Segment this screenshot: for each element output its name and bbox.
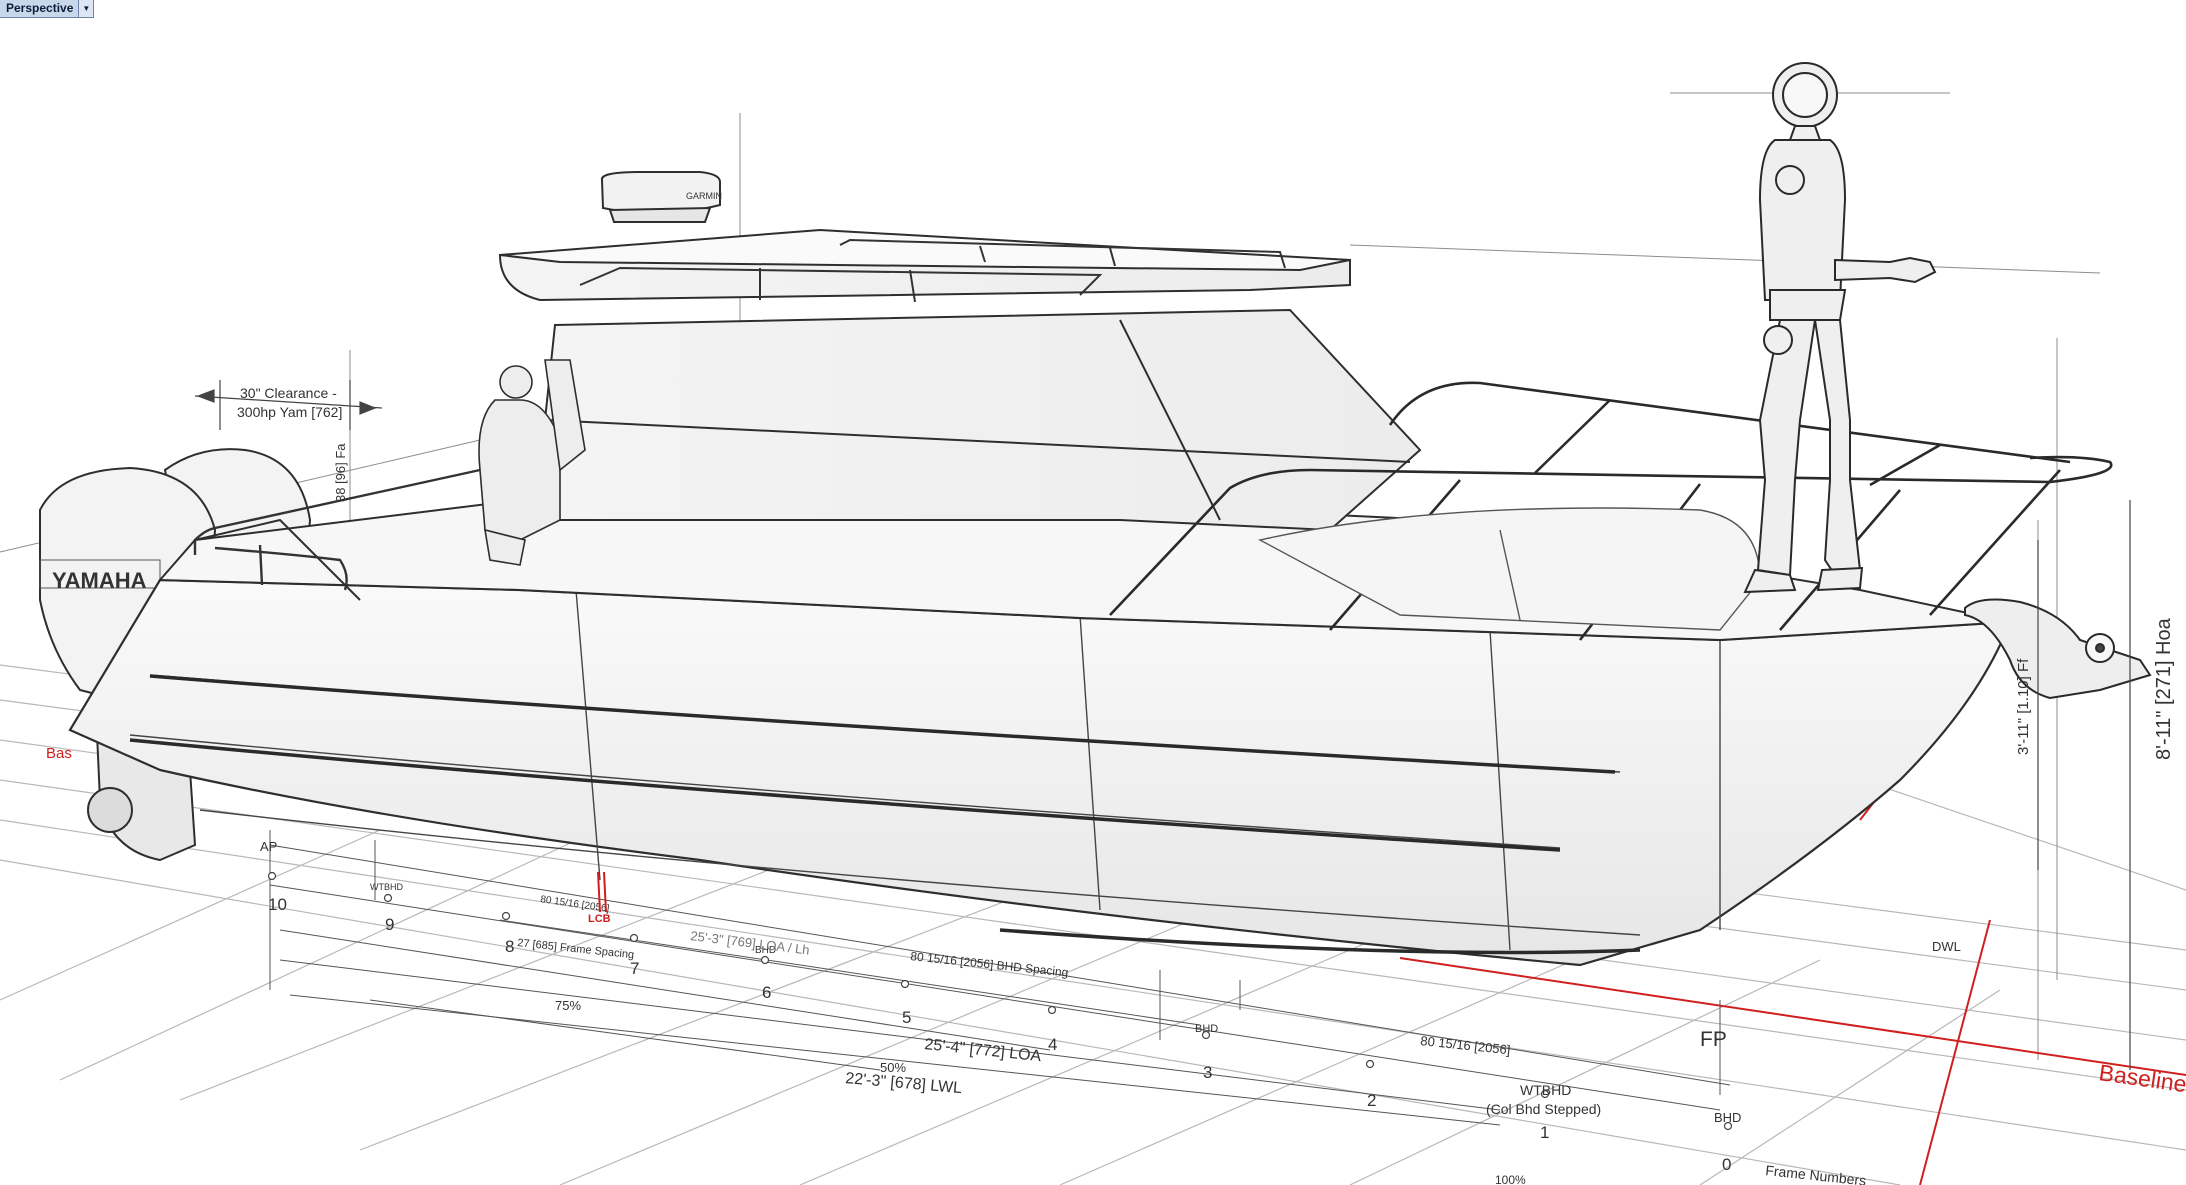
dwl-label: DWL: [1932, 939, 1961, 954]
cad-model-drawing: YAMAHA GARMIN 10 9 8 7 6 5 4 3 2 1 0 30"…: [0, 62, 2186, 1185]
wtbhd-aft-label: WTBHD: [370, 882, 403, 892]
bhd-spacing-label: 80 15/16 [2056] BHD Spacing: [910, 949, 1069, 980]
frame-number: 2: [1367, 1091, 1376, 1110]
frame-number: 10: [268, 895, 287, 914]
frame-number: 0: [1722, 1155, 1731, 1174]
frame-number: 7: [630, 959, 639, 978]
baseline-label: Baseline: [2097, 1059, 2186, 1097]
chevron-down-icon[interactable]: ▼: [78, 0, 94, 17]
clearance-label-line2: 300hp Yam [762]: [237, 404, 342, 420]
frame-number: 3: [1203, 1063, 1212, 1082]
frame-number: 6: [762, 983, 771, 1002]
frame-number: 1: [1540, 1123, 1549, 1142]
pct50-label: 50%: [880, 1060, 906, 1075]
bhd-mid2-label: BHD: [1195, 1023, 1218, 1035]
spacing-fwd-label: 80 15/16 [2056]: [1420, 1033, 1511, 1057]
cabin: [498, 228, 1422, 532]
pct100-label: 100%: [1495, 1173, 1526, 1185]
hoa-dimension-label: 8'-11" [271] Hoa: [2153, 617, 2175, 760]
frame-number: 8: [505, 937, 514, 956]
frame-number: 4: [1048, 1035, 1057, 1054]
fp-label: FP: [1700, 1028, 1727, 1051]
clearance-label-line1: 30" Clearance -: [240, 385, 337, 401]
loa-label: 25'-4" [772] LOA: [924, 1036, 1043, 1065]
wtbhd-fwd-label-line2: (Col Bhd Stepped): [1486, 1101, 1601, 1117]
pct75-label: 75%: [555, 998, 581, 1013]
frame-number: 5: [902, 1008, 911, 1027]
standing-figure: [1743, 62, 1937, 594]
bhd-fwd-label: BHD: [1714, 1110, 1741, 1125]
ff-dimension-label: 3'-11" [1.10] Ff: [2015, 658, 2032, 755]
viewport-title-tab[interactable]: Perspective ▼: [0, 0, 95, 18]
perspective-viewport[interactable]: YAMAHA GARMIN 10 9 8 7 6 5 4 3 2 1 0 30"…: [0, 0, 2186, 1185]
baseline-left-label: Bas: [46, 745, 72, 762]
engine-brand-label: YAMAHA: [52, 568, 147, 593]
fa-dimension-label: 38 [96] Fa: [333, 443, 348, 502]
lcb-label: LCB: [588, 913, 611, 925]
frame-numbers-label: Frame Numbers: [1765, 1162, 1867, 1185]
viewport-name-label[interactable]: Perspective: [0, 0, 78, 17]
frame-spacing-label: 27 [685] Frame Spacing: [517, 937, 635, 961]
ap-label: AP: [260, 839, 277, 854]
wtbhd-fwd-label-line1: WTBHD: [1520, 1082, 1571, 1098]
radar-brand-label: GARMIN: [686, 191, 722, 201]
frame-number: 9: [385, 915, 394, 934]
